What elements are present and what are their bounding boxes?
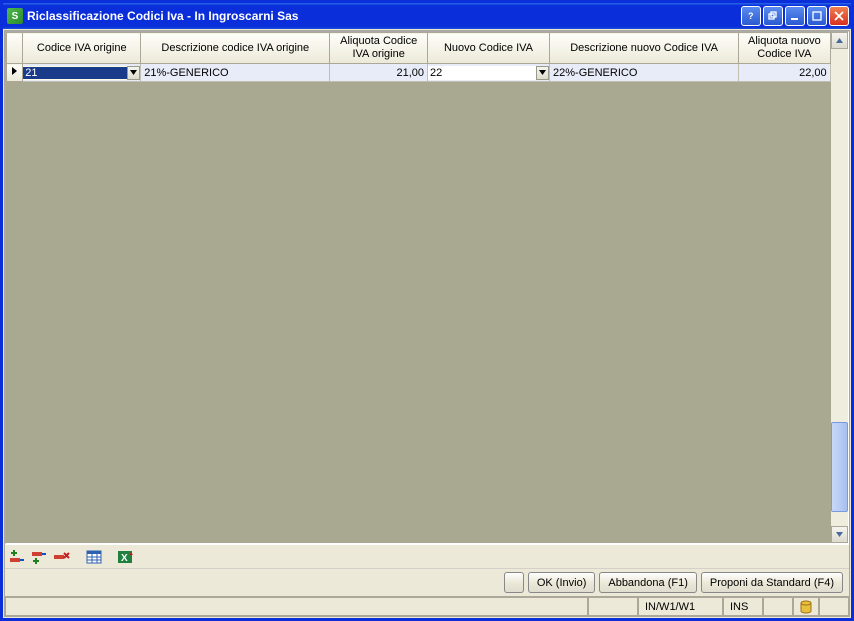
status-db-icon	[793, 597, 819, 616]
maximize-button[interactable]	[807, 6, 827, 26]
vertical-scrollbar[interactable]	[831, 32, 848, 543]
row-insert-before-icon[interactable]	[9, 548, 27, 566]
app-icon: S	[7, 8, 23, 24]
status-message	[5, 597, 588, 616]
grid-toolbar: X	[5, 544, 849, 568]
titlebar[interactable]: S Riclassificazione Codici Iva - In Ingr…	[3, 3, 851, 29]
col-header-aliq-orig[interactable]: Aliquota Codice IVA origine	[330, 33, 428, 64]
status-pane-3	[819, 597, 849, 616]
abbandona-button[interactable]: Abbandona (F1)	[599, 572, 697, 593]
cod-orig-dropdown[interactable]	[127, 66, 140, 80]
row-insert-after-icon[interactable]	[31, 548, 49, 566]
cod-new-dropdown[interactable]	[536, 66, 549, 80]
excel-icon[interactable]: X	[117, 548, 135, 566]
col-header-desc-new[interactable]: Descrizione nuovo Codice IVA	[550, 33, 739, 64]
cell-cod-new[interactable]: 22	[427, 64, 549, 82]
row-delete-icon[interactable]	[53, 548, 71, 566]
button-bar: OK (Invio) Abbandona (F1) Proponi da Sta…	[5, 568, 849, 596]
close-button[interactable]	[829, 6, 849, 26]
window-title: Riclassificazione Codici Iva - In Ingros…	[27, 9, 741, 23]
status-pane-2	[763, 597, 793, 616]
cell-cod-orig[interactable]: 21	[23, 64, 141, 82]
data-grid[interactable]: Codice IVA origine Descrizione codice IV…	[5, 31, 849, 544]
table-row[interactable]: 21 21%-GENERICO 21,00 22	[7, 64, 848, 82]
restore-button[interactable]	[763, 6, 783, 26]
status-mode: INS	[723, 597, 763, 616]
minimize-button[interactable]	[785, 6, 805, 26]
cod-new-value[interactable]: 22	[428, 67, 536, 79]
row-indicator-header	[7, 33, 23, 64]
col-header-desc-orig[interactable]: Descrizione codice IVA origine	[141, 33, 330, 64]
statusbar: IN/W1/W1 INS	[5, 596, 849, 616]
status-path: IN/W1/W1	[638, 597, 723, 616]
help-button[interactable]: ?	[741, 6, 761, 26]
svg-text:X: X	[121, 553, 128, 564]
scroll-down-button[interactable]	[831, 526, 848, 543]
cell-desc-new: 22%-GENERICO	[550, 64, 739, 82]
status-pane-1	[588, 597, 638, 616]
proponi-standard-button[interactable]: Proponi da Standard (F4)	[701, 572, 843, 593]
ok-button[interactable]: OK (Invio)	[528, 572, 596, 593]
cell-aliq-new: 22,00	[739, 64, 831, 82]
col-header-cod-orig[interactable]: Codice IVA origine	[23, 33, 141, 64]
scroll-thumb[interactable]	[831, 422, 848, 512]
current-row-indicator	[7, 64, 23, 82]
col-header-aliq-new[interactable]: Aliquota nuovo Codice IVA	[739, 33, 831, 64]
cell-desc-orig: 21%-GENERICO	[141, 64, 330, 82]
svg-text:?: ?	[748, 11, 754, 21]
extra-button[interactable]	[504, 572, 524, 593]
cod-orig-value[interactable]: 21	[23, 67, 127, 79]
scroll-up-button[interactable]	[831, 32, 848, 49]
table-icon[interactable]	[85, 548, 103, 566]
col-header-cod-new[interactable]: Nuovo Codice IVA	[427, 33, 549, 64]
cell-aliq-orig: 21,00	[330, 64, 428, 82]
